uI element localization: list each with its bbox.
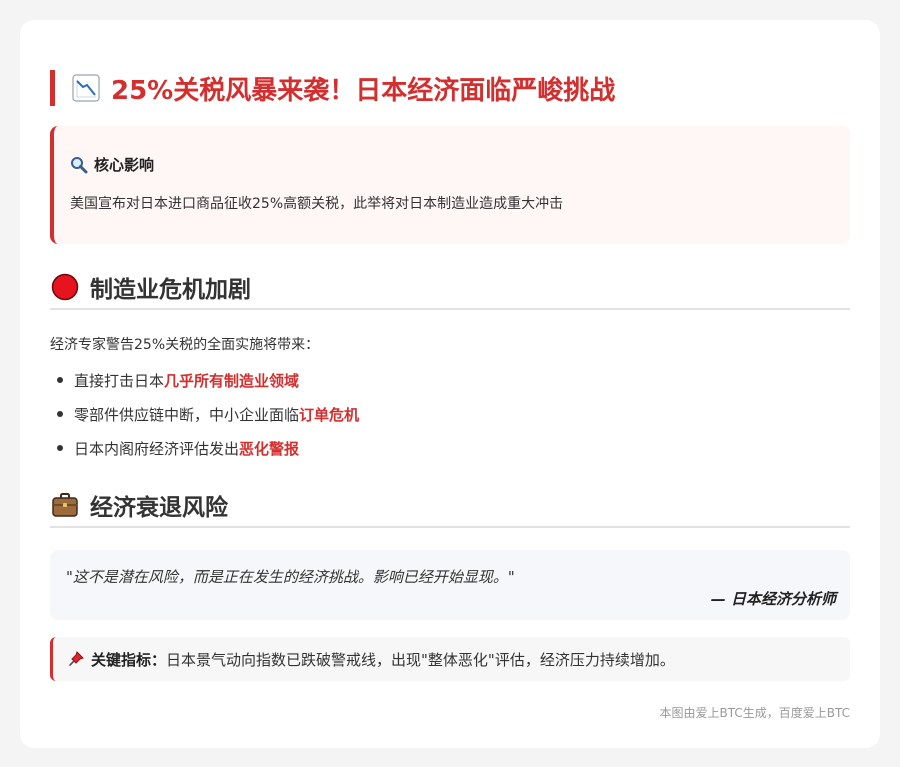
section-heading-recession: 经济衰退风险 <box>50 484 850 528</box>
key-indicator-text: 日本景气动向指数已跌破警戒线，出现"整体恶化"评估，经济压力持续增加。 <box>166 650 675 669</box>
core-impact-heading-text: 核心影响 <box>94 156 155 174</box>
highlight-text: 几乎所有制造业领域 <box>164 372 300 390</box>
red-circle-icon <box>51 273 79 301</box>
briefcase-icon <box>52 493 78 517</box>
highlight-text: 恶化警报 <box>239 440 300 458</box>
article-card: 25%关税风暴来袭！日本经济面临严峻挑战 核心影响 美国宣布对日本进口商品征收2… <box>20 20 880 748</box>
list-item: 日本内阁府经济评估发出恶化警报 <box>50 438 359 472</box>
quote-author: — 日本经济分析师 <box>710 590 836 608</box>
core-impact-heading: 核心影响 <box>70 154 834 175</box>
section-heading-manufacturing: 制造业危机加剧 <box>50 266 850 310</box>
core-impact-box: 核心影响 美国宣布对日本进口商品征收25%高额关税，此举将对日本制造业造成重大冲… <box>50 126 850 244</box>
section-heading-recession-text: 经济衰退风险 <box>90 495 228 521</box>
manufacturing-intro: 经济专家警告25%关税的全面实施将带来： <box>50 337 320 353</box>
quote-block: "这不是潜在风险，而是正在发生的经济挑战。影响已经开始显现。" — 日本经济分析… <box>50 550 850 620</box>
highlight-text: 订单危机 <box>299 406 360 424</box>
key-indicator-box: 关键指标： 日本景气动向指数已跌破警戒线，出现"整体恶化"评估，经济压力持续增加… <box>50 637 850 681</box>
key-indicator-label: 关键指标： <box>91 650 167 669</box>
section-heading-manufacturing-text: 制造业危机加剧 <box>90 277 251 303</box>
page-title: 25%关税风暴来袭！日本经济面临严峻挑战 <box>50 70 850 106</box>
manufacturing-bullet-list: 直接打击日本几乎所有制造业领域 零部件供应链中断，中小企业面临订单危机 日本内阁… <box>50 370 359 472</box>
footer-note: 本图由爱上BTC生成，百度爱上BTC <box>659 706 850 720</box>
quote-text: "这不是潜在风险，而是正在发生的经济挑战。影响已经开始显现。" <box>66 568 515 586</box>
core-impact-text: 美国宣布对日本进口商品征收25%高额关税，此举将对日本制造业造成重大冲击 <box>70 196 564 212</box>
magnifier-icon <box>71 156 88 173</box>
chart-decreasing-icon <box>72 74 100 102</box>
page-title-text: 25%关税风暴来袭！日本经济面临严峻挑战 <box>111 75 616 106</box>
list-item: 零部件供应链中断，中小企业面临订单危机 <box>50 404 359 438</box>
list-item: 直接打击日本几乎所有制造业领域 <box>50 370 359 404</box>
pushpin-icon <box>69 651 84 666</box>
